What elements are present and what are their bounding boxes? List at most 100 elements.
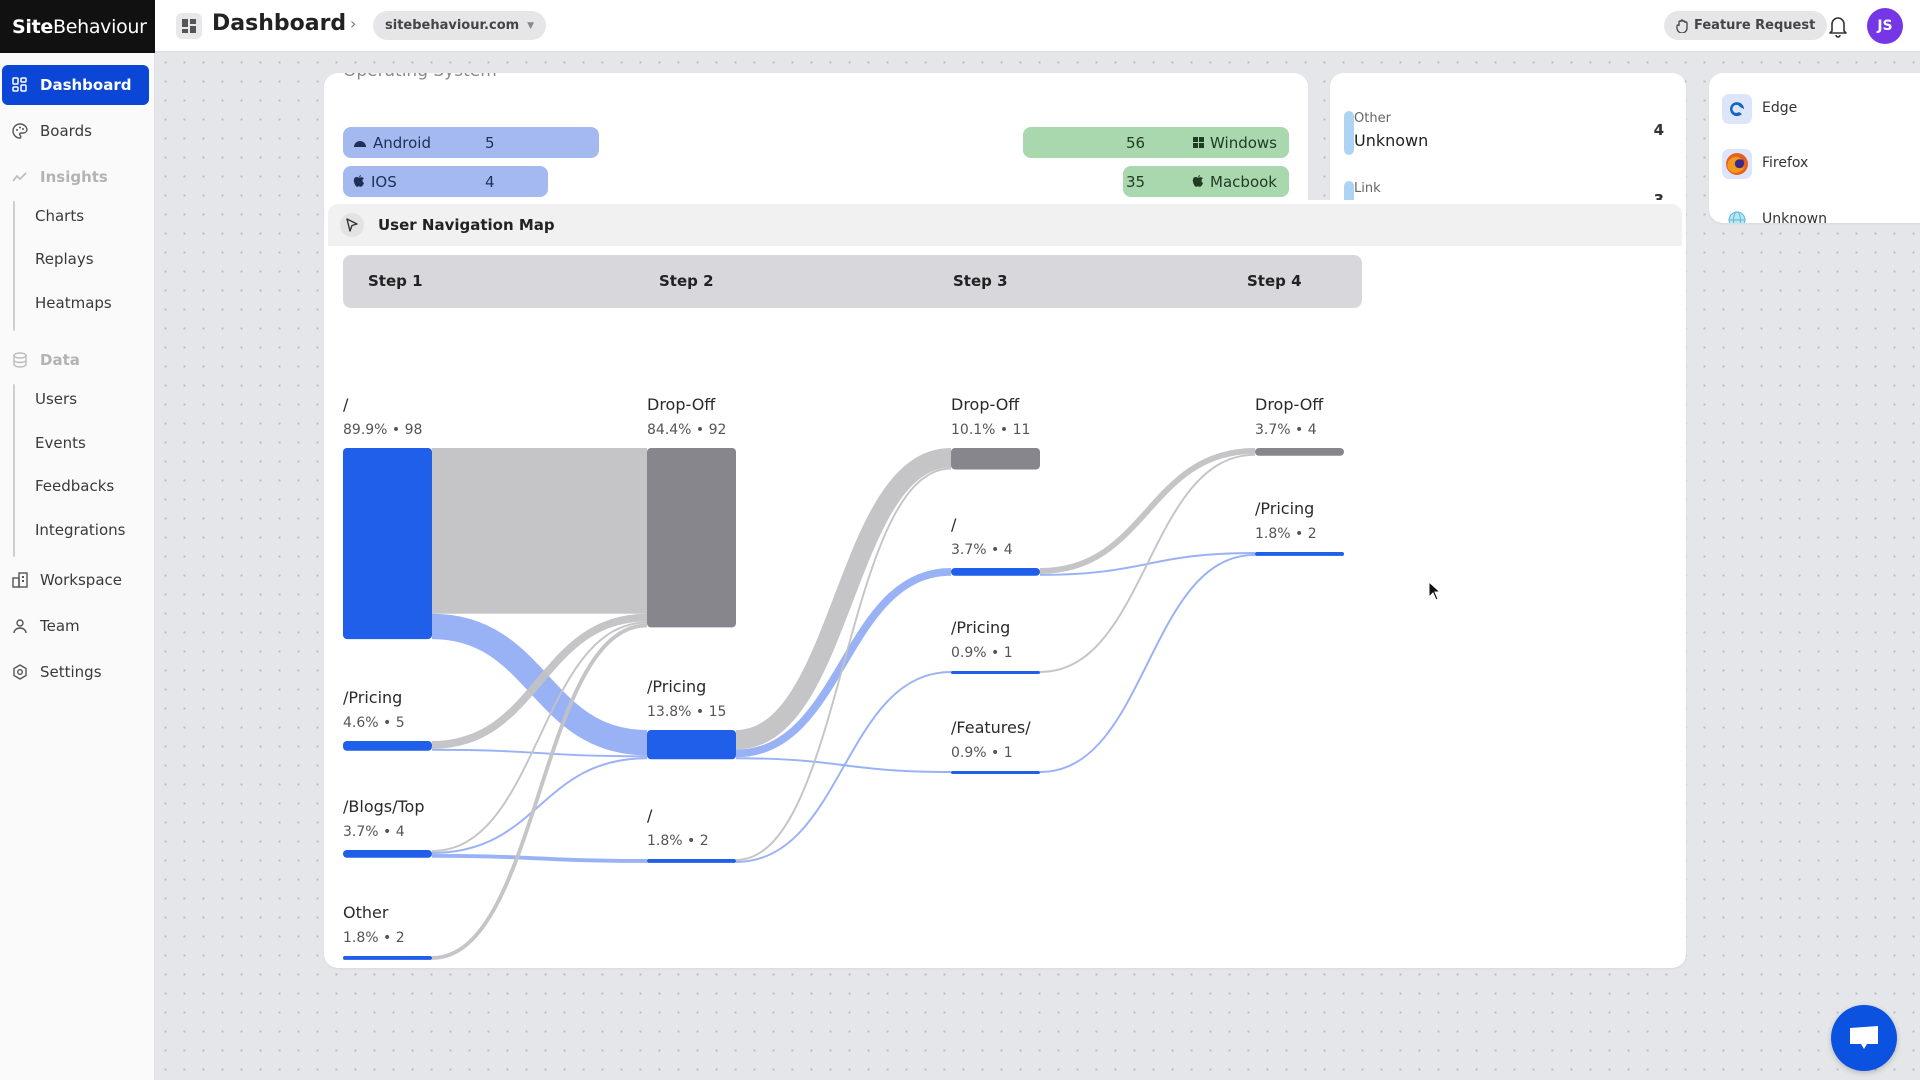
sankey-node[interactable]	[1255, 448, 1344, 456]
chevron-down-icon: ▼	[527, 20, 535, 31]
user-avatar[interactable]: JS	[1867, 8, 1903, 44]
sidebar-section-data[interactable]: Data	[2, 340, 149, 380]
os-bar-macbook[interactable]: 35 Macbook	[1123, 166, 1289, 197]
sankey-node[interactable]	[1255, 552, 1344, 556]
browser-row: Unknown 1	[1722, 205, 1920, 223]
sankey-node[interactable]	[951, 771, 1040, 774]
palette-icon	[12, 123, 28, 139]
apple-icon	[1192, 175, 1204, 187]
sankey-node[interactable]	[647, 859, 736, 863]
browser-name: Edge	[1762, 100, 1798, 116]
sankey-node-stat: 89.9% • 98	[343, 422, 422, 438]
sidebar-item-integrations[interactable]: Integrations	[35, 521, 125, 539]
sankey-link[interactable]	[431, 757, 648, 854]
building-icon	[12, 572, 28, 588]
dashboard-icon	[12, 77, 27, 92]
sankey-node-stat: 10.1% • 11	[951, 422, 1030, 438]
browser-row: Edge 12	[1722, 94, 1920, 130]
sidebar-item-workspace[interactable]: Workspace	[2, 560, 149, 600]
sidebar-item-charts[interactable]: Charts	[35, 207, 84, 225]
brand-logo[interactable]: Site Behaviour	[0, 0, 155, 53]
sankey-node[interactable]	[951, 568, 1040, 576]
android-icon	[354, 140, 366, 147]
sankey-node-stat: 3.7% • 4	[951, 542, 1013, 558]
top-header: Site Behaviour Dashboard › sitebehaviour.…	[0, 0, 1920, 53]
sidebar-label: Boards	[40, 122, 92, 140]
sankey-node-label: /Pricing	[647, 677, 706, 696]
sankey-link[interactable]	[735, 448, 952, 750]
sankey-node[interactable]	[343, 448, 432, 640]
gear-icon	[13, 664, 27, 680]
sidebar-label: Team	[40, 617, 80, 635]
sidebar-label: Dashboard	[40, 76, 132, 94]
sidebar-item-settings[interactable]: Settings	[2, 652, 149, 692]
sankey-node-label: Other	[343, 903, 389, 922]
chat-icon	[1850, 1026, 1878, 1049]
referrer-kind: Link	[1354, 181, 1381, 196]
os-count: 4	[485, 172, 495, 191]
sankey-node-stat: 0.9% • 1	[951, 745, 1013, 761]
windows-icon	[1193, 137, 1205, 148]
sankey-link[interactable]	[735, 467, 952, 861]
sankey-node[interactable]	[647, 730, 736, 760]
os-name: Windows	[1210, 133, 1277, 152]
bell-icon[interactable]	[1827, 14, 1849, 38]
sidebar-item-dashboard[interactable]: Dashboard	[2, 65, 149, 105]
edge-icon	[1722, 94, 1752, 124]
os-bar-android[interactable]: Android 5	[343, 127, 599, 158]
sidebar-item-users[interactable]: Users	[35, 390, 77, 408]
referrer-row[interactable]: Other Unknown 4	[1344, 111, 1674, 161]
os-count: 5	[485, 133, 495, 152]
sankey-node[interactable]	[951, 448, 1040, 470]
sankey-node-label: Drop-Off	[951, 395, 1020, 414]
sidebar-item-feedbacks[interactable]: Feedbacks	[35, 477, 114, 495]
sankey-link[interactable]	[431, 853, 648, 863]
sidebar-item-heatmaps[interactable]: Heatmaps	[35, 294, 112, 312]
sidebar-item-replays[interactable]: Replays	[35, 250, 94, 268]
sankey-node[interactable]	[343, 850, 432, 858]
browser-name: Firefox	[1762, 155, 1809, 171]
navigation-sankey: / 89.9% • 98/Pricing 4.6% • 5/Blogs/Top 3.7…	[343, 395, 1344, 960]
user-navigation-map-card: User Navigation Map Step 1 Step 2 Step 3…	[324, 200, 1686, 968]
sankey-link[interactable]	[735, 671, 952, 863]
sankey-node-label: /	[647, 806, 653, 825]
sankey-node[interactable]	[647, 448, 736, 628]
data-subnav-line	[13, 384, 15, 557]
database-icon	[13, 352, 27, 368]
sankey-node[interactable]	[343, 956, 432, 960]
browser-row: Firefox 11	[1722, 149, 1920, 185]
user-icon	[13, 619, 27, 634]
os-card-title: Operating System	[343, 73, 497, 81]
os-bar-ios[interactable]: IOS 4	[343, 166, 548, 197]
referrer-kind: Other	[1354, 111, 1391, 126]
os-count: 56	[1126, 133, 1146, 152]
sankey-node-stat: 4.6% • 5	[343, 715, 405, 731]
sankey-node-stat: 1.8% • 2	[1255, 526, 1317, 542]
sankey-node[interactable]	[951, 671, 1040, 674]
insights-subnav-line	[13, 201, 15, 331]
sidebar-item-boards[interactable]: Boards	[2, 111, 149, 151]
sankey-node-stat: 3.7% • 4	[1255, 422, 1317, 438]
sidebar-label: Insights	[40, 168, 108, 186]
site-selector[interactable]: sitebehaviour.com ▼	[373, 11, 547, 40]
sidebar-label: Data	[40, 351, 80, 369]
os-bar-windows[interactable]: 56 Windows	[1023, 127, 1289, 158]
trend-icon	[12, 172, 27, 182]
sankey-node-label: /	[343, 395, 349, 414]
sankey-node-stat: 3.7% • 4	[343, 824, 405, 840]
feature-request-label: Feature Request	[1694, 18, 1816, 33]
sankey-node-stat: 0.9% • 1	[951, 645, 1013, 661]
sankey-node-label: Drop-Off	[647, 395, 716, 414]
sidebar-item-events[interactable]: Events	[35, 434, 86, 452]
sidebar-section-insights[interactable]: Insights	[2, 157, 149, 197]
chat-support-button[interactable]	[1831, 1005, 1897, 1071]
sankey-node-label: /Pricing	[951, 618, 1010, 637]
feature-request-button[interactable]: Feature Request	[1664, 11, 1828, 40]
sankey-node[interactable]	[343, 741, 432, 751]
site-selector-value: sitebehaviour.com	[385, 18, 520, 33]
sankey-node-label: /Pricing	[1255, 499, 1314, 518]
sidebar-item-team[interactable]: Team	[2, 606, 149, 646]
apple-icon	[353, 175, 364, 187]
os-name: Macbook	[1210, 172, 1277, 191]
sidebar-label: Workspace	[40, 571, 122, 589]
